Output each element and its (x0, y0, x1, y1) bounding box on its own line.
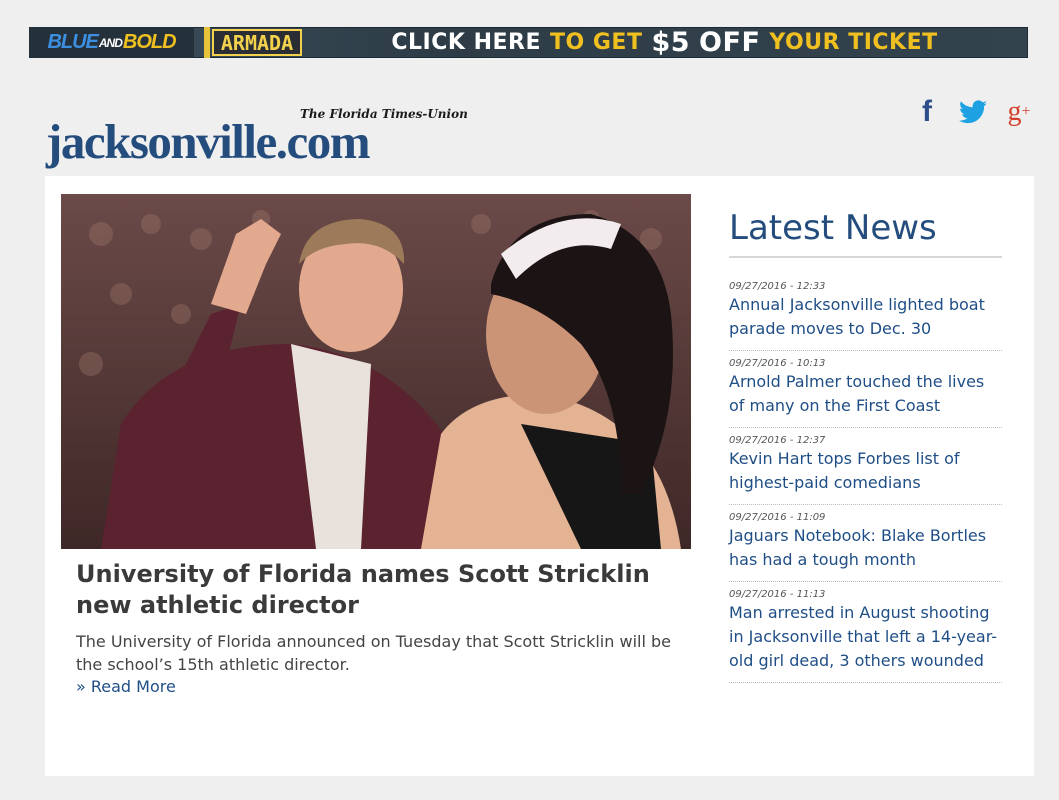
armada-logo: ARMADA (212, 29, 302, 56)
googleplus-g: g (1007, 96, 1022, 127)
latest-news-list: 09/27/2016 - 12:33 Annual Jacksonville l… (729, 258, 1002, 683)
twitter-bird-shape (959, 100, 987, 124)
news-title-link[interactable]: Annual Jacksonville lighted boat parade … (729, 293, 1002, 341)
news-date: 09/27/2016 - 11:13 (729, 589, 826, 600)
ad-cta-to-get: TO GET (550, 30, 643, 55)
news-date: 09/27/2016 - 11:09 (729, 512, 826, 523)
featured-summary: The University of Florida announced on T… (76, 632, 671, 674)
ad-bold-text: BOLD (122, 31, 177, 53)
facebook-icon[interactable]: f (911, 95, 943, 128)
news-title-link[interactable]: Man arrested in August shooting in Jacks… (729, 601, 1002, 673)
ad-blue-text: BLUE (47, 31, 98, 53)
blue-and-bold-logo: BLUE AND BOLD (29, 27, 194, 58)
news-title-link[interactable]: Kevin Hart tops Forbes list of highest-p… (729, 447, 1002, 495)
site-name: jacksonville.com (46, 114, 371, 169)
social-links: f g + (911, 95, 1035, 128)
featured-photo[interactable] (61, 194, 691, 549)
ad-and-text: AND (98, 35, 123, 50)
site-logo[interactable]: The Florida Times-Union jacksonville.com (46, 107, 468, 169)
ad-cta-text[interactable]: CLICK HERE TO GET $5 OFF YOUR TICKET (310, 27, 1028, 58)
featured-photo-illustration (61, 194, 691, 549)
googleplus-plus: + (1021, 103, 1031, 120)
ad-cta-off: OFF (699, 27, 761, 58)
ad-cta-amount: $5 (651, 27, 691, 58)
news-item[interactable]: 09/27/2016 - 11:09 Jaguars Notebook: Bla… (729, 505, 1002, 582)
ad-banner[interactable]: BLUE AND BOLD ARMADA CLICK HERE TO GET $5 … (29, 27, 1028, 58)
news-date: 09/27/2016 - 12:33 (729, 281, 826, 292)
news-item[interactable]: 09/27/2016 - 12:33 Annual Jacksonville l… (729, 258, 1002, 351)
googleplus-icon[interactable]: g + (1003, 96, 1035, 128)
latest-news-heading: Latest News (729, 206, 1002, 258)
news-date: 09/27/2016 - 10:13 (729, 358, 826, 369)
news-date: 09/27/2016 - 12:37 (729, 435, 826, 446)
read-more-link[interactable]: » Read More (76, 677, 176, 696)
latest-news-section: Latest News 09/27/2016 - 12:33 Annual Ja… (729, 206, 1002, 683)
ad-cta-click-here: CLICK HERE (391, 30, 541, 55)
news-item[interactable]: 09/27/2016 - 11:13 Man arrested in Augus… (729, 582, 1002, 683)
news-item[interactable]: 09/27/2016 - 10:13 Arnold Palmer touched… (729, 351, 1002, 428)
news-item[interactable]: 09/27/2016 - 12:37 Kevin Hart tops Forbe… (729, 428, 1002, 505)
twitter-icon[interactable] (957, 96, 989, 128)
featured-headline[interactable]: University of Florida names Scott Strick… (76, 559, 696, 621)
news-title-link[interactable]: Arnold Palmer touched the lives of many … (729, 370, 1002, 418)
news-title-link[interactable]: Jaguars Notebook: Blake Bortles has had … (729, 524, 1002, 572)
ad-cta-your-ticket: YOUR TICKET (769, 30, 938, 55)
content-card: University of Florida names Scott Strick… (45, 176, 1034, 776)
ad-divider (204, 27, 210, 58)
